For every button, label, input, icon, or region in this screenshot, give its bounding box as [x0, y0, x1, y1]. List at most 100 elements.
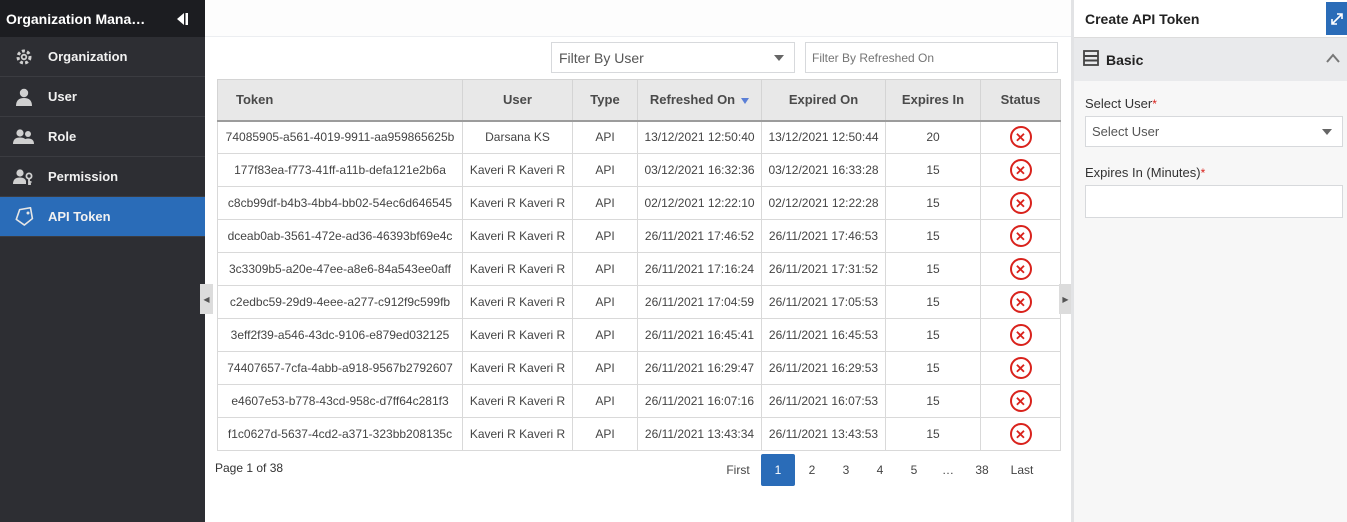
sidebar-item-user[interactable]: User [0, 77, 205, 117]
pagination-page-4[interactable]: 4 [863, 454, 897, 486]
cell-expired-on: 26/11/2021 17:05:53 [761, 285, 886, 319]
cell-user: Darsana KS [462, 120, 573, 154]
cell-token: 74085905-a561-4019-9911-aa959865625b [217, 120, 463, 154]
table-row[interactable]: 74085905-a561-4019-9911-aa959865625b Dars… [217, 120, 1061, 154]
cell-status: ✕ [980, 318, 1061, 352]
table-row[interactable]: dceab0ab-3561-472e-ad36-46393bf69e4c Kave… [217, 219, 1061, 253]
chevron-down-icon [1322, 128, 1332, 135]
form-section-icon [1083, 50, 1099, 69]
error-x-icon[interactable]: ✕ [1009, 324, 1032, 346]
cell-type: API [572, 252, 638, 286]
cell-token: 74407657-7cfa-4abb-a918-9567b2792607 [217, 351, 463, 385]
panel-header: Create API Token [1074, 0, 1347, 37]
pagination-info: Page 1 of 38 [215, 461, 284, 475]
cell-type: API [572, 318, 638, 352]
error-x-icon[interactable]: ✕ [1009, 258, 1032, 280]
cell-type: API [572, 219, 638, 253]
pagination-page-1[interactable]: 1 [761, 454, 795, 486]
sort-desc-icon [741, 97, 750, 104]
cell-expires-in: 15 [885, 351, 981, 385]
cell-token: f1c0627d-5637-4cd2-a371-323bb208135c [217, 417, 463, 451]
error-x-icon[interactable]: ✕ [1009, 423, 1032, 445]
chevron-down-icon [774, 54, 784, 61]
table-row[interactable]: e4607e53-b778-43cd-958c-d7ff64c281f3 Kave… [217, 384, 1061, 418]
column-header-token[interactable]: Token [217, 79, 463, 122]
column-header-status[interactable]: Status [980, 79, 1061, 122]
error-x-icon[interactable]: ✕ [1009, 192, 1032, 214]
filter-by-user-select[interactable]: Filter By User [551, 42, 795, 73]
tag-icon [0, 206, 48, 227]
column-header-user[interactable]: User [462, 79, 573, 122]
sidebar-item-label: API Token [48, 209, 111, 224]
create-api-token-panel: Create API Token Basic Select User* Sele… [1071, 0, 1347, 522]
cell-expires-in: 15 [885, 384, 981, 418]
cell-token: c2edbc59-29d9-4eee-a277-c912f9c599fb [217, 285, 463, 319]
table-row[interactable]: 3c3309b5-a20e-47ee-a8e6-84a543ee0aff Kave… [217, 252, 1061, 286]
cell-token: c8cb99df-b4b3-4bb4-bb02-54ec6d646545 [217, 186, 463, 220]
select-user-field: Select User* Select User [1085, 96, 1347, 147]
cell-refreshed-on: 26/11/2021 13:43:34 [637, 417, 762, 451]
expand-icon[interactable] [1326, 2, 1347, 35]
collapse-left-icon[interactable] [175, 11, 189, 27]
expires-in-input[interactable] [1085, 185, 1343, 218]
column-header-expired-on[interactable]: Expired On [761, 79, 886, 122]
table-header-row: Token User Type Refreshed On Expired On … [217, 79, 1061, 122]
basic-section-title-wrap: Basic [1083, 50, 1143, 69]
cell-refreshed-on: 13/12/2021 12:50:40 [637, 120, 762, 154]
cell-expires-in: 15 [885, 318, 981, 352]
cell-expires-in: 15 [885, 186, 981, 220]
column-header-expires-in[interactable]: Expires In [885, 79, 981, 122]
pagination-first[interactable]: First [715, 454, 761, 486]
cell-status: ✕ [980, 285, 1061, 319]
sidebar-item-organization[interactable]: Organization [0, 37, 205, 77]
cell-expires-in: 15 [885, 153, 981, 187]
error-x-icon[interactable]: ✕ [1009, 390, 1032, 412]
filter-by-refreshed-input[interactable] [805, 42, 1058, 73]
cell-type: API [572, 285, 638, 319]
error-x-icon[interactable]: ✕ [1009, 159, 1032, 181]
user-icon [0, 87, 48, 107]
column-header-refreshed-on[interactable]: Refreshed On [637, 79, 762, 122]
cell-expired-on: 26/11/2021 17:31:52 [761, 252, 886, 286]
cell-user: Kaveri R Kaveri R [462, 186, 573, 220]
cell-expired-on: 26/11/2021 16:07:53 [761, 384, 886, 418]
pagination-page-3[interactable]: 3 [829, 454, 863, 486]
pagination-page-38[interactable]: 38 [965, 454, 999, 486]
cell-status: ✕ [980, 351, 1061, 385]
table-row[interactable]: c8cb99df-b4b3-4bb4-bb02-54ec6d646545 Kave… [217, 186, 1061, 220]
users-icon [0, 127, 48, 147]
select-user-placeholder: Select User [1092, 124, 1160, 139]
cell-type: API [572, 417, 638, 451]
chevron-left-icon: ◀ [203, 294, 210, 304]
cell-refreshed-on: 26/11/2021 16:45:41 [637, 318, 762, 352]
table-row[interactable]: c2edbc59-29d9-4eee-a277-c912f9c599fb Kave… [217, 285, 1061, 319]
sidebar-item-permission[interactable]: Permission [0, 157, 205, 197]
table-row[interactable]: 3eff2f39-a546-43dc-9106-e879ed032125 Kave… [217, 318, 1061, 352]
pagination-page-2[interactable]: 2 [795, 454, 829, 486]
error-x-icon[interactable]: ✕ [1009, 225, 1032, 247]
sidebar-item-role[interactable]: Role [0, 117, 205, 157]
cell-type: API [572, 351, 638, 385]
table-row[interactable]: f1c0627d-5637-4cd2-a371-323bb208135c Kave… [217, 417, 1061, 451]
gear-icon [0, 47, 48, 67]
pagination-last[interactable]: Last [999, 454, 1045, 486]
pagination-page-5[interactable]: 5 [897, 454, 931, 486]
column-header-type[interactable]: Type [572, 79, 638, 122]
error-x-icon[interactable]: ✕ [1009, 357, 1032, 379]
basic-section-header[interactable]: Basic [1074, 37, 1347, 81]
error-x-icon[interactable]: ✕ [1009, 126, 1032, 149]
cell-status: ✕ [980, 120, 1061, 154]
chevron-up-icon [1325, 52, 1341, 67]
cell-type: API [572, 384, 638, 418]
table-row[interactable]: 74407657-7cfa-4abb-a918-9567b2792607 Kave… [217, 351, 1061, 385]
cell-status: ✕ [980, 219, 1061, 253]
error-x-icon[interactable]: ✕ [1009, 291, 1032, 313]
cell-status: ✕ [980, 252, 1061, 286]
api-token-table: Token User Type Refreshed On Expired On … [217, 79, 1061, 451]
table-row[interactable]: 177f83ea-f773-41ff-a11b-defa121e2b6a Kave… [217, 153, 1061, 187]
sidebar-item-api-token[interactable]: API Token [0, 197, 205, 237]
filter-by-user-placeholder: Filter By User [559, 49, 644, 66]
cell-token: e4607e53-b778-43cd-958c-d7ff64c281f3 [217, 384, 463, 418]
left-splitter-handle[interactable]: ◀ [200, 284, 213, 314]
select-user-dropdown[interactable]: Select User [1085, 116, 1343, 147]
